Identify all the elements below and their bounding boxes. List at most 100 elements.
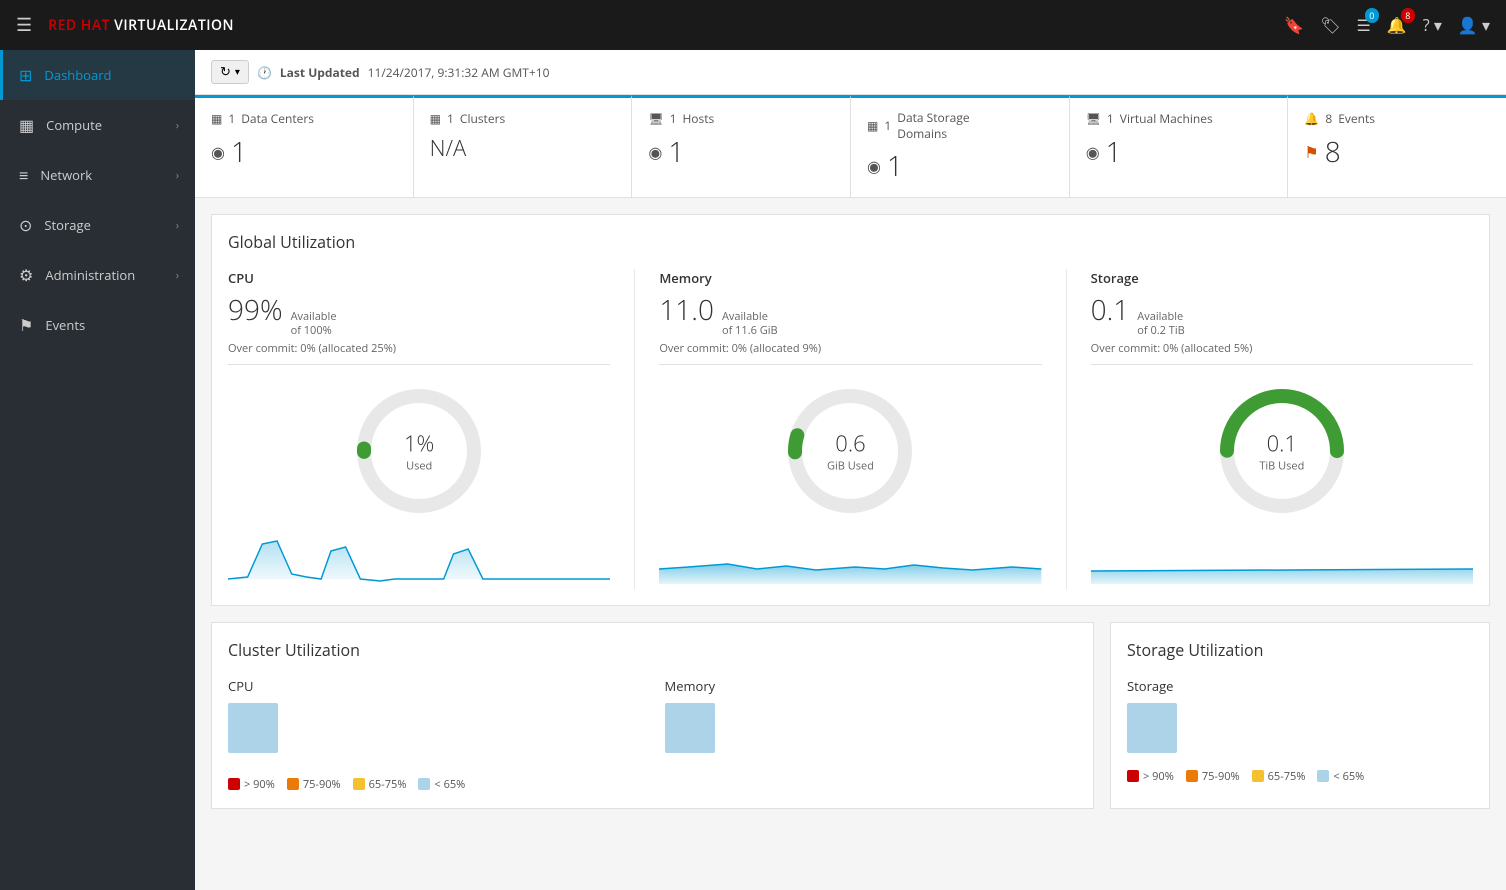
- sc-value-events: ⚑ 8: [1304, 133, 1490, 171]
- legend-dot-yellow: [353, 778, 365, 790]
- sidebar-item-compute[interactable]: ▦ Compute ›: [0, 100, 195, 150]
- legend-item-75: 75-90%: [287, 777, 341, 792]
- cu-memory-box: [665, 703, 715, 753]
- legend-dot-light-blue: [418, 778, 430, 790]
- content-area: ↻ ▾ 🕐 Last Updated 11/24/2017, 9:31:32 A…: [195, 50, 1506, 890]
- hosts-icon: 🖥: [648, 110, 663, 127]
- cpu-util-section: CPU 99% Available of 100% Over commit: 0…: [228, 269, 635, 589]
- cpu-sub: Available of 100%: [291, 310, 337, 339]
- hamburger-menu[interactable]: ☰: [16, 13, 32, 37]
- cu-memory-section: Memory: [665, 677, 1078, 769]
- storage-donut-container: 0.1 TiB Used: [1091, 381, 1473, 521]
- sc-value-clusters: N/A: [430, 133, 616, 163]
- user-button[interactable]: 👤 ▾: [1458, 14, 1490, 36]
- chevron-right-icon: ›: [176, 168, 179, 183]
- legend-dot-orange: [287, 778, 299, 790]
- compute-icon: ▦: [19, 114, 34, 136]
- sidebar-label-events: Events: [45, 316, 179, 334]
- admin-icon: ⚙: [19, 264, 33, 286]
- memory-donut-center: 0.6 GiB Used: [827, 428, 874, 473]
- sc-flag-icon: ⚑: [1304, 141, 1318, 163]
- sidebar: ⊞ Dashboard ▦ Compute › ≡ Network › ⊙ St…: [0, 50, 195, 890]
- sc-title-data-centers: ▦ 1 Data Centers: [211, 110, 397, 127]
- memory-donut: 0.6 GiB Used: [780, 381, 920, 521]
- summary-card-data-storage-domains[interactable]: ▦ 1 Data StorageDomains ◉ 1: [851, 95, 1070, 197]
- cpu-numbers: 99% Available of 100%: [228, 291, 610, 339]
- su-legend-item-90: > 90%: [1127, 769, 1174, 784]
- su-legend-dot-light-blue: [1317, 770, 1329, 782]
- sc-number-hosts: 1: [668, 133, 684, 171]
- storage-overcommit: Over commit: 0% (allocated 5%): [1091, 341, 1473, 356]
- summary-card-hosts[interactable]: 🖥 1 Hosts ◉ 1: [632, 95, 851, 197]
- sidebar-item-events[interactable]: ⚑ Events: [0, 300, 195, 350]
- data-centers-icon: ▦: [211, 110, 222, 127]
- last-updated-label: Last Updated: [280, 64, 360, 81]
- sidebar-label-administration: Administration: [45, 266, 175, 284]
- tags-icon[interactable]: 🏷: [1320, 14, 1340, 36]
- network-icon: ≡: [19, 164, 28, 186]
- sc-status-icon-storage-domains: ◉: [867, 155, 881, 177]
- storage-utilization-panel: Storage Utilization Storage > 90% 75-90%: [1110, 622, 1490, 809]
- legend-item-90: > 90%: [228, 777, 275, 792]
- su-storage-title: Storage: [1127, 677, 1473, 695]
- sidebar-item-administration[interactable]: ⚙ Administration ›: [0, 250, 195, 300]
- nav-icons: 🔖 🏷 ☰ 0 🔔 8 ? ▾ 👤 ▾: [1284, 14, 1490, 36]
- sidebar-item-network[interactable]: ≡ Network ›: [0, 150, 195, 200]
- summary-card-clusters[interactable]: ▦ 1 Clusters N/A: [414, 95, 633, 197]
- legend-dot-red: [228, 778, 240, 790]
- bookmark-icon[interactable]: 🔖: [1284, 14, 1304, 36]
- events-bell-icon: 🔔: [1304, 110, 1319, 127]
- cu-cpu-box: [228, 703, 278, 753]
- dashboard-icon: ⊞: [19, 64, 32, 86]
- summary-card-virtual-machines[interactable]: 🖥 1 Virtual Machines ◉ 1: [1070, 95, 1289, 197]
- sc-na-clusters: N/A: [430, 133, 467, 163]
- sc-title-hosts: 🖥 1 Hosts: [648, 110, 834, 127]
- cluster-utilization-panel: Cluster Utilization CPU Memory: [211, 622, 1094, 809]
- sidebar-item-storage[interactable]: ⊙ Storage ›: [0, 200, 195, 250]
- storage-donut-center: 0.1 TiB Used: [1259, 428, 1304, 473]
- summary-card-data-centers[interactable]: ▦ 1 Data Centers ◉ 1: [195, 95, 414, 197]
- storage-sparkline: [1091, 529, 1473, 589]
- refresh-button[interactable]: ↻ ▾: [211, 60, 249, 84]
- clusters-icon: ▦: [430, 110, 441, 127]
- main-layout: ⊞ Dashboard ▦ Compute › ≡ Network › ⊙ St…: [0, 50, 1506, 890]
- help-button[interactable]: ? ▾: [1423, 14, 1442, 36]
- sidebar-label-dashboard: Dashboard: [44, 66, 179, 84]
- cu-memory-title: Memory: [665, 677, 1078, 695]
- memory-available-val: 11.0: [659, 291, 714, 329]
- data-storage-icon: ▦: [867, 117, 878, 134]
- memory-numbers: 11.0 Available of 11.6 GiB: [659, 291, 1041, 339]
- summary-cards: ▦ 1 Data Centers ◉ 1 ▦ 1 Clusters N/A: [195, 95, 1506, 198]
- sc-value-data-storage-domains: ◉ 1: [867, 147, 1053, 185]
- sc-title-clusters: ▦ 1 Clusters: [430, 110, 616, 127]
- brand-logo: RED HAT VIRTUALIZATION: [48, 16, 234, 35]
- bell-icon[interactable]: 🔔 8: [1387, 14, 1407, 36]
- cpu-available-val: 99%: [228, 291, 283, 329]
- sc-number-data-centers: 1: [231, 133, 247, 171]
- sc-status-icon-data-centers: ◉: [211, 141, 225, 163]
- events-icon: ⚑: [19, 314, 33, 336]
- content-body: Global Utilization CPU 99% Available of …: [195, 198, 1506, 825]
- su-legend-item-65: 65-75%: [1252, 769, 1306, 784]
- bottom-row: Cluster Utilization CPU Memory: [211, 622, 1490, 809]
- clock-icon: 🕐: [257, 64, 272, 81]
- storage-donut-value: 0.1: [1259, 428, 1304, 458]
- su-storage-box: [1127, 703, 1177, 753]
- su-legend-label-75: 75-90%: [1202, 769, 1240, 784]
- cpu-overcommit: Over commit: 0% (allocated 25%): [228, 341, 610, 356]
- global-utilization-title: Global Utilization: [228, 231, 1473, 253]
- sc-value-virtual-machines: ◉ 1: [1086, 133, 1272, 171]
- list-icon[interactable]: ☰ 0: [1357, 14, 1371, 36]
- sc-number-vms: 1: [1106, 133, 1122, 171]
- sc-title-data-storage-domains: ▦ 1 Data StorageDomains: [867, 110, 1053, 141]
- memory-sparkline: [659, 529, 1041, 589]
- legend-label-65: 65-75%: [369, 777, 407, 792]
- memory-sub: Available of 11.6 GiB: [722, 310, 778, 339]
- summary-card-events[interactable]: 🔔 8 Events ⚑ 8: [1288, 95, 1506, 197]
- sc-count-data-centers: 1: [228, 110, 235, 127]
- sc-number-storage-domains: 1: [887, 147, 903, 185]
- cpu-donut: 1% Used: [349, 381, 489, 521]
- sidebar-label-network: Network: [40, 166, 175, 184]
- sidebar-item-dashboard[interactable]: ⊞ Dashboard: [0, 50, 195, 100]
- list-badge: 0: [1365, 8, 1379, 23]
